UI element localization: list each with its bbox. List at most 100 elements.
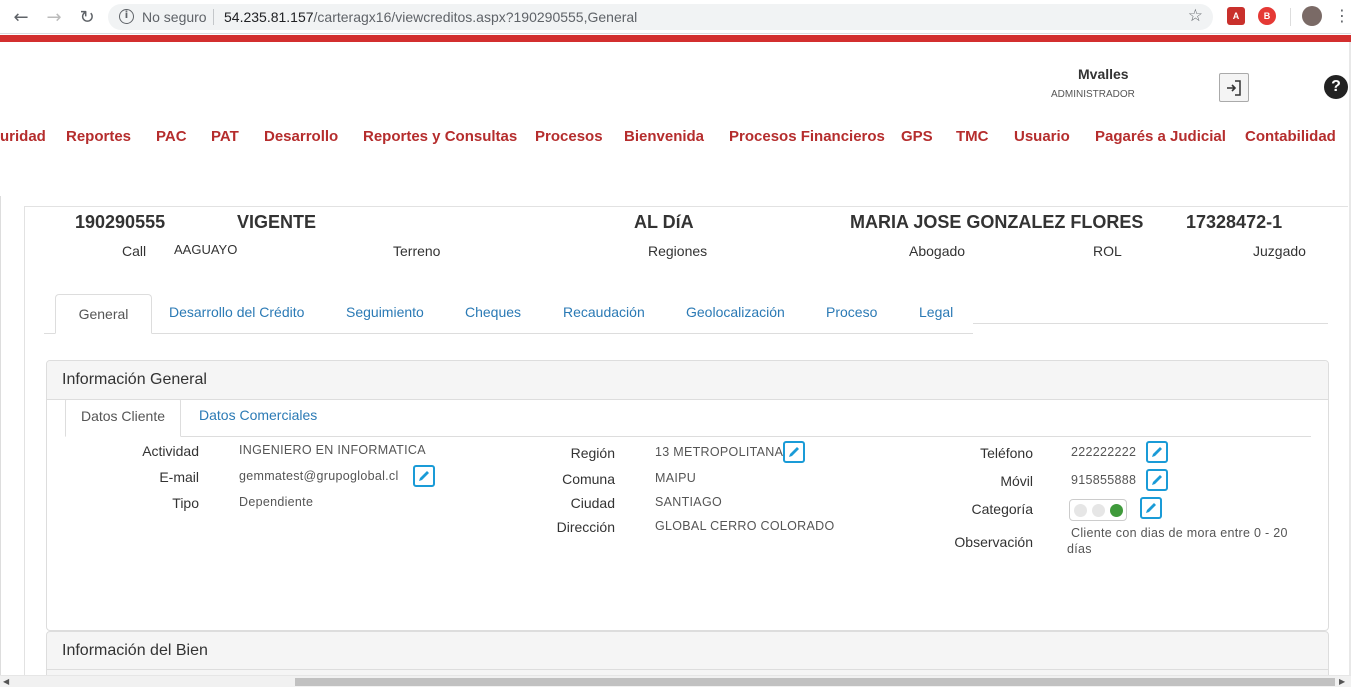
client-rut: 17328472-1 — [1186, 212, 1283, 232]
scroll-left-icon[interactable]: ◀ — [3, 676, 9, 687]
scrollbar-thumb[interactable] — [295, 678, 1335, 686]
menu-item-bienvenida[interactable]: Bienvenida — [624, 128, 704, 145]
divider — [1290, 8, 1291, 26]
region-value: 13 METROPOLITANA — [655, 445, 784, 459]
panel-title: Información General — [62, 371, 207, 388]
logout-icon — [1227, 79, 1241, 96]
tab-desarrollo-credito[interactable]: Desarrollo del Crédito — [169, 304, 304, 320]
back-icon[interactable]: ← — [9, 5, 33, 29]
edit-categoria-button[interactable] — [1140, 497, 1162, 519]
tab-proceso[interactable]: Proceso — [826, 304, 877, 320]
browser-toolbar: ← → ↻ i No seguro 54.235.81.157/carterag… — [0, 0, 1351, 34]
call-value: AAGUAYO — [174, 242, 238, 257]
profile-avatar[interactable] — [1302, 6, 1322, 26]
email-label: E-mail — [159, 469, 199, 485]
user-role: ADMINISTRADOR — [1051, 89, 1135, 100]
pencil-icon — [789, 447, 799, 457]
actividad-value: INGENIERO EN INFORMATICA — [239, 443, 426, 457]
edit-telefono-button[interactable] — [1146, 441, 1168, 463]
security-label: No seguro — [142, 9, 207, 25]
info-icon[interactable]: i — [119, 9, 134, 24]
help-icon[interactable]: ? — [1324, 75, 1348, 99]
menu-item-reportes[interactable]: Reportes — [66, 128, 131, 145]
address-bar[interactable]: i No seguro 54.235.81.157/carteragx16/vi… — [108, 4, 1213, 30]
client-name: MARIA JOSE GONZALEZ FLORES — [850, 212, 1144, 232]
payment-state: AL DíA — [634, 212, 694, 232]
general-info-panel: Datos Cliente Datos Comerciales Informac… — [46, 360, 1329, 631]
categoria-label: Categoría — [971, 501, 1033, 517]
tab-cheques[interactable]: Cheques — [465, 304, 521, 320]
credit-number: 190290555 — [75, 212, 166, 232]
tab-geolocalizacion[interactable]: Geolocalización — [686, 304, 785, 320]
menu-item-tmc[interactable]: TMC — [956, 128, 989, 145]
rol-label: ROL — [1093, 243, 1122, 259]
scroll-right-icon[interactable]: ▶ — [1339, 676, 1345, 687]
comuna-label: Comuna — [562, 471, 615, 487]
divider — [213, 9, 214, 25]
direccion-label: Dirección — [556, 519, 615, 535]
menu-item-pat[interactable]: PAT — [211, 128, 239, 145]
pencil-icon — [1146, 503, 1156, 513]
tab-seguimiento[interactable]: Seguimiento — [346, 304, 424, 320]
divider — [65, 436, 1311, 437]
subtab-datos-comerciales[interactable]: Datos Comerciales — [199, 407, 317, 423]
observacion-value-line1: Cliente con dias de mora entre 0 - 20 — [1071, 526, 1288, 540]
tab-recaudacion[interactable]: Recaudación — [563, 304, 645, 320]
menu-item-usuario[interactable]: Usuario — [1014, 128, 1070, 145]
menu-item-desarrollo[interactable]: Desarrollo — [264, 128, 338, 145]
menu-item-procesos-financieros[interactable]: Procesos Financieros — [729, 128, 885, 145]
bookmark-star-icon[interactable]: ☆ — [1188, 6, 1203, 26]
pencil-icon — [1152, 447, 1162, 457]
pencil-icon — [419, 471, 429, 481]
menu-item-procesos[interactable]: Procesos — [535, 128, 603, 145]
observacion-label: Observación — [954, 534, 1033, 550]
movil-value: 915855888 — [1071, 473, 1137, 487]
pdf-extension-icon[interactable]: A — [1227, 7, 1245, 25]
browser-menu-icon[interactable]: ⋮ — [1334, 6, 1350, 25]
divider — [0, 196, 1, 687]
horizontal-scrollbar[interactable]: ◀ ▶ — [0, 675, 1351, 687]
edit-region-button[interactable] — [783, 441, 805, 463]
brand-bar — [0, 35, 1351, 42]
credit-status: VIGENTE — [237, 212, 317, 232]
region-label: Región — [570, 445, 615, 461]
ciudad-label: Ciudad — [570, 495, 615, 511]
terreno-label: Terreno — [393, 243, 441, 259]
menu-item-reportes-consultas[interactable]: Reportes y Consultas — [363, 128, 517, 145]
tipo-label: Tipo — [172, 495, 199, 511]
email-value: gemmatest@grupoglobal.cl — [239, 469, 399, 483]
menu-item-seguridad[interactable]: uridad — [0, 128, 46, 145]
regiones-label: Regiones — [648, 243, 708, 259]
category-indicator — [1069, 499, 1127, 521]
extension-icon[interactable]: B — [1258, 7, 1276, 25]
divider — [47, 669, 1328, 670]
menu-item-gps[interactable]: GPS — [901, 128, 933, 145]
url-text[interactable]: 54.235.81.157/carteragx16/viewcreditos.a… — [224, 9, 637, 25]
pencil-icon — [1152, 475, 1162, 485]
menu-item-pagares-judicial[interactable]: Pagarés a Judicial — [1095, 128, 1226, 145]
tab-legal[interactable]: Legal — [919, 304, 953, 320]
category-dot-active — [1110, 504, 1123, 517]
edit-email-button[interactable] — [413, 465, 435, 487]
menu-item-pac[interactable]: PAC — [156, 128, 187, 145]
abogado-label: Abogado — [909, 243, 966, 259]
panel-header: Información General — [47, 361, 1328, 400]
user-name: Mvalles — [1078, 66, 1129, 82]
tab-general[interactable]: General — [55, 294, 152, 334]
tipo-value: Dependiente — [239, 495, 314, 509]
logout-button[interactable] — [1219, 73, 1249, 102]
url-path: /carteragx16/viewcreditos.aspx?190290555… — [313, 9, 638, 25]
reload-icon[interactable]: ↻ — [75, 5, 99, 29]
divider — [44, 333, 973, 334]
menu-item-contabilidad[interactable]: Contabilidad — [1245, 128, 1336, 145]
juzgado-label: Juzgado — [1253, 243, 1306, 259]
edit-movil-button[interactable] — [1146, 469, 1168, 491]
direccion-value: GLOBAL CERRO COLORADO — [655, 519, 835, 533]
call-label: Call — [122, 243, 147, 259]
ciudad-value: SANTIAGO — [655, 495, 722, 509]
subtab-datos-cliente[interactable]: Datos Cliente — [65, 397, 181, 437]
url-host: 54.235.81.157 — [224, 9, 314, 25]
forward-icon[interactable]: → — [42, 5, 66, 29]
telefono-label: Teléfono — [980, 445, 1033, 461]
category-dot — [1092, 504, 1105, 517]
